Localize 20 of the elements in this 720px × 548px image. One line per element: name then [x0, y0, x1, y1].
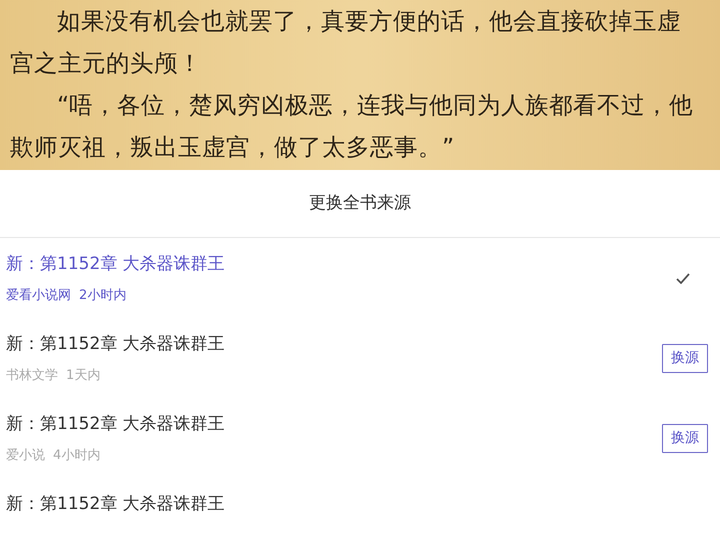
source-name: 爱看小说网	[6, 286, 71, 304]
update-time: 4小时内	[53, 446, 100, 464]
paragraph: “唔，各位，楚风穷凶极恶，连我与他同为人族都看不过，他欺师灭祖，叛出玉虚宫，做了太多恶事。”	[10, 90, 694, 163]
chapter-title: 新：第1152章 大杀器诛群王	[6, 253, 225, 276]
source-item[interactable]: 新：第1152章 大杀器诛群王	[0, 478, 720, 518]
check-icon	[676, 273, 690, 284]
sheet-title: 更换全书来源	[309, 192, 411, 215]
source-item[interactable]: 新：第1152章 大杀器诛群王 书林文学 1天内 换源	[0, 318, 720, 398]
update-time: 2小时内	[79, 286, 126, 304]
chapter-title: 新：第1152章 大杀器诛群王	[6, 333, 225, 356]
switch-source-button[interactable]: 换源	[662, 344, 708, 373]
chapter-title: 新：第1152章 大杀器诛群王	[6, 413, 225, 436]
paragraph: 如果没有机会也就罢了，真要方便的话，他会直接砍掉玉虚宫之主元的头颅！	[10, 6, 682, 79]
source-item[interactable]: 新：第1152章 大杀器诛群王 爱看小说网 2小时内	[0, 238, 720, 318]
switch-source-button[interactable]: 换源	[662, 424, 708, 453]
chapter-title: 新：第1152章 大杀器诛群王	[6, 493, 225, 516]
update-time: 1天内	[66, 366, 100, 384]
source-name: 书林文学	[6, 366, 58, 384]
source-name: 爱小说	[6, 446, 45, 464]
source-item[interactable]: 新：第1152章 大杀器诛群王 爱小说 4小时内 换源	[0, 398, 720, 478]
